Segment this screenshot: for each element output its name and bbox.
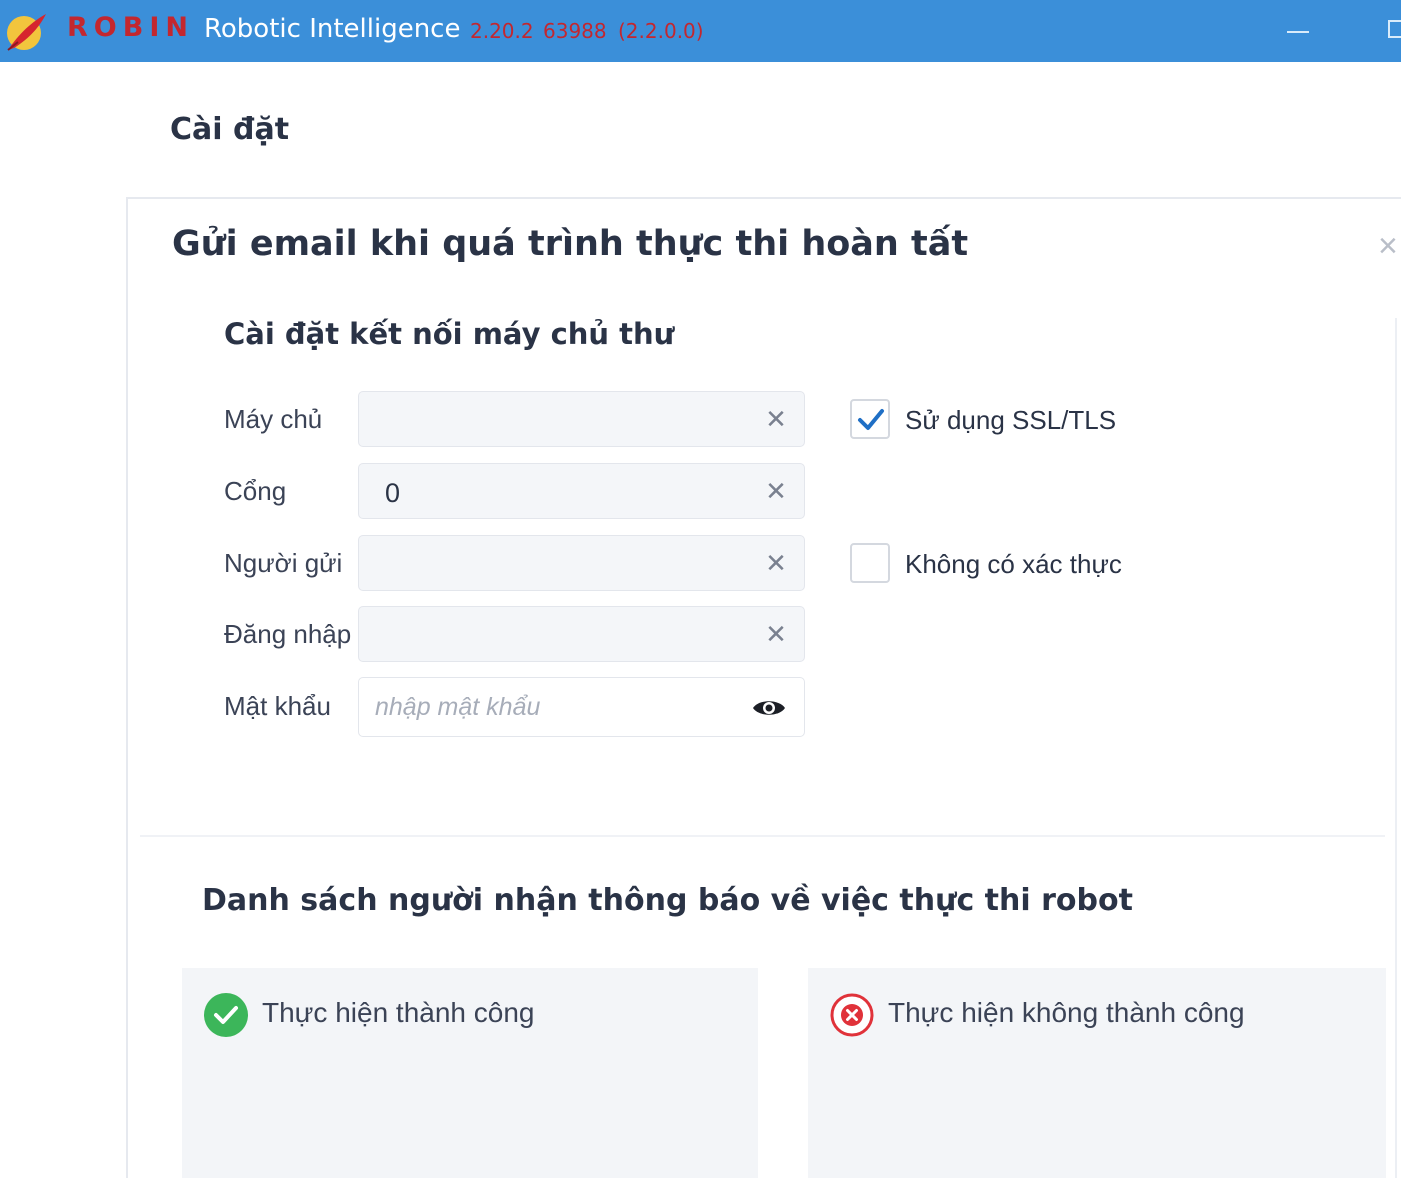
- minimize-icon[interactable]: [1284, 18, 1314, 46]
- show-password-icon[interactable]: [751, 696, 787, 720]
- failure-label: Thực hiện không thành công: [888, 997, 1245, 1028]
- server-input[interactable]: ✕: [358, 391, 805, 447]
- brand-name: ROBIN: [67, 12, 194, 43]
- port-input[interactable]: 0 ✕: [358, 463, 805, 519]
- port-label: Cổng: [224, 476, 287, 506]
- title-bar: ROBIN Robotic Intelligence 2.20.2 63988 …: [0, 0, 1401, 62]
- page-title: Cài đặt: [170, 112, 290, 147]
- feather-logo-icon: [7, 14, 46, 51]
- login-label: Đăng nhập: [224, 619, 352, 649]
- password-label: Mật khẩu: [224, 691, 331, 721]
- panel-title: Gửi email khi quá trình thực thi hoàn tấ…: [172, 224, 969, 264]
- use-ssl-checkbox[interactable]: [850, 399, 890, 439]
- sender-label: Người gửi: [224, 548, 343, 578]
- sub-version: (2.2.0.0): [618, 19, 704, 43]
- maximize-icon[interactable]: [1386, 18, 1401, 42]
- server-label: Máy chủ: [224, 404, 323, 434]
- use-ssl-label[interactable]: Sử dụng SSL/TLS: [905, 405, 1116, 436]
- clear-port-icon[interactable]: ✕: [764, 478, 788, 504]
- password-input[interactable]: nhập mật khẩu: [358, 677, 805, 737]
- password-placeholder: nhập mật khẩu: [375, 693, 541, 721]
- recipients-title: Danh sách người nhận thông báo về việc t…: [202, 883, 1133, 918]
- success-label: Thực hiện thành công: [262, 997, 535, 1028]
- success-recipients-card[interactable]: Thực hiện thành công: [182, 968, 758, 1178]
- version-number: 2.20.2: [470, 19, 534, 43]
- clear-sender-icon[interactable]: ✕: [764, 550, 788, 576]
- app-name: Robotic Intelligence: [204, 14, 461, 44]
- sender-input[interactable]: ✕: [358, 535, 805, 591]
- no-auth-label[interactable]: Không có xác thực: [905, 549, 1122, 580]
- server-section-title: Cài đặt kết nối máy chủ thư: [224, 317, 675, 351]
- clear-login-icon[interactable]: ✕: [764, 621, 788, 647]
- clear-server-icon[interactable]: ✕: [764, 406, 788, 432]
- failure-recipients-card[interactable]: Thực hiện không thành công: [808, 968, 1386, 1178]
- build-number: 63988: [543, 19, 607, 43]
- panel-scroll-edge: [1395, 318, 1397, 1178]
- close-icon[interactable]: ×: [1378, 229, 1401, 263]
- login-input[interactable]: ✕: [358, 606, 805, 662]
- x-circle-icon: [830, 993, 874, 1037]
- check-circle-icon: [204, 993, 248, 1037]
- port-value: 0: [385, 478, 401, 508]
- no-auth-checkbox[interactable]: [850, 543, 890, 583]
- checkmark-icon: [858, 409, 884, 430]
- section-divider: [140, 835, 1385, 837]
